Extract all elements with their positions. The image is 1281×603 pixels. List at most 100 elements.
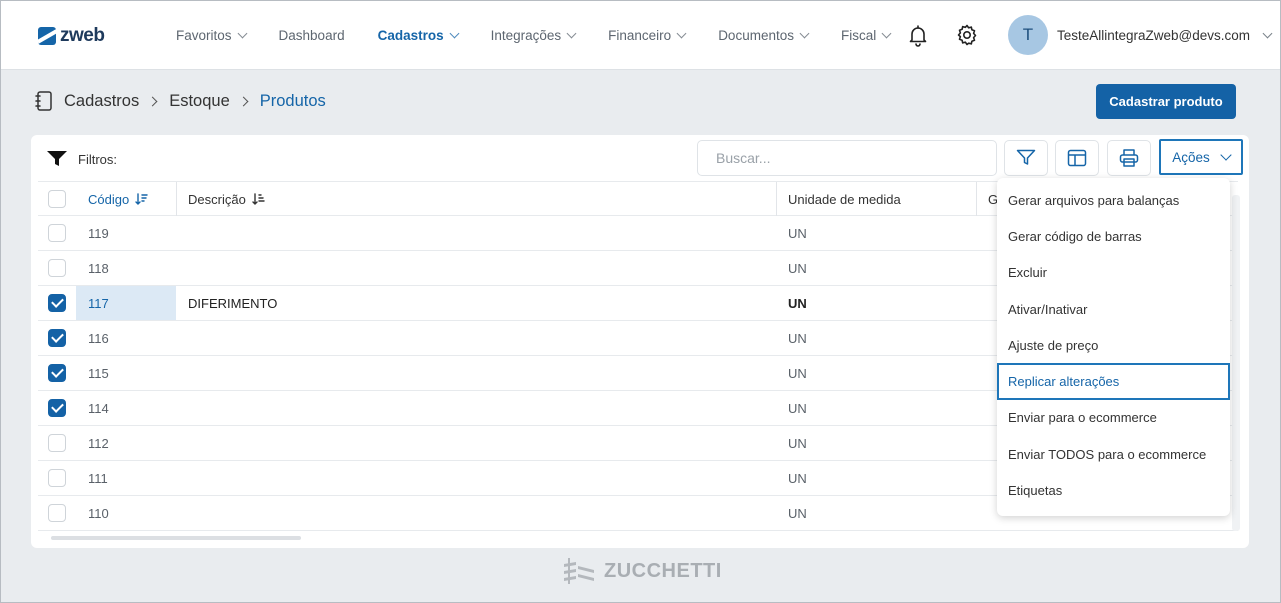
settings-button[interactable] bbox=[954, 22, 980, 48]
row-checkbox-cell bbox=[48, 321, 68, 355]
row-checkbox-cell bbox=[48, 251, 68, 285]
filters-label: Filtros: bbox=[78, 151, 117, 167]
select-all-checkbox[interactable] bbox=[48, 190, 66, 208]
cell-unit: UN bbox=[788, 400, 807, 416]
nav-item-integracoes[interactable]: Integrações bbox=[490, 27, 577, 43]
cell-description bbox=[176, 356, 776, 390]
dropdown-item[interactable]: Gerar código de barras bbox=[997, 218, 1230, 254]
cell-unit: UN bbox=[788, 470, 807, 486]
filter-outline-icon bbox=[1016, 149, 1036, 165]
chevron-down-icon bbox=[1262, 28, 1273, 38]
header-description-label: Descrição bbox=[188, 191, 246, 207]
printer-icon bbox=[1119, 149, 1139, 167]
row-checkbox-cell bbox=[48, 356, 68, 390]
row-checkbox[interactable] bbox=[48, 259, 66, 277]
nav-item-label: Documentos bbox=[718, 27, 794, 43]
horizontal-scrollbar-thumb[interactable] bbox=[51, 536, 301, 540]
layout-columns-icon bbox=[1067, 149, 1087, 167]
search-input[interactable] bbox=[697, 140, 997, 176]
filters-label-group[interactable]: Filtros: bbox=[46, 150, 117, 168]
row-checkbox-cell bbox=[48, 461, 68, 495]
row-checkbox-cell bbox=[48, 496, 68, 530]
dropdown-item[interactable]: Ajuste de preço bbox=[997, 327, 1230, 363]
sort-desc-icon bbox=[135, 193, 148, 205]
row-checkbox[interactable] bbox=[48, 224, 66, 242]
cell-description bbox=[176, 461, 776, 495]
vertical-scrollbar[interactable] bbox=[1232, 195, 1240, 531]
cell-unit: UN bbox=[788, 295, 807, 311]
cell-code: 116 bbox=[88, 330, 109, 346]
footer-brand-name: ZUCCHETTI bbox=[604, 559, 722, 582]
notebook-icon bbox=[34, 90, 54, 112]
acoes-dropdown-button[interactable]: Ações bbox=[1159, 139, 1243, 175]
header-unit[interactable]: Unidade de medida bbox=[776, 182, 976, 216]
nav-item-cadastros[interactable]: Cadastros bbox=[377, 27, 460, 43]
brand-logo[interactable]: zweb bbox=[38, 25, 105, 47]
row-checkbox-cell bbox=[48, 216, 68, 250]
row-checkbox-cell bbox=[48, 391, 68, 425]
chevron-down-icon bbox=[237, 28, 247, 38]
cadastrar-produto-button[interactable]: Cadastrar produto bbox=[1096, 84, 1236, 119]
breadcrumb-estoque[interactable]: Estoque bbox=[169, 92, 230, 111]
horizontal-scrollbar[interactable] bbox=[43, 534, 1233, 542]
nav-item-financeiro[interactable]: Financeiro bbox=[608, 27, 687, 43]
bell-icon bbox=[909, 25, 927, 47]
cell-description bbox=[176, 426, 776, 460]
row-checkbox[interactable] bbox=[48, 504, 66, 522]
user-email: TesteAllintegraZweb@devs.com bbox=[1057, 27, 1251, 43]
nav-item-documentos[interactable]: Documentos bbox=[718, 27, 810, 43]
avatar: T bbox=[1008, 15, 1048, 55]
header-code[interactable]: Código bbox=[76, 182, 176, 216]
gear-icon bbox=[957, 24, 977, 46]
cell-unit: UN bbox=[788, 260, 807, 276]
row-checkbox[interactable] bbox=[48, 294, 66, 312]
chevron-down-icon bbox=[881, 28, 892, 38]
nav-item-label: Integrações bbox=[490, 27, 562, 43]
cell-code: 110 bbox=[88, 505, 109, 521]
cell-unit: UN bbox=[788, 365, 807, 381]
dropdown-item[interactable]: Enviar para o ecommerce bbox=[997, 400, 1230, 436]
cell-code: 118 bbox=[88, 260, 109, 276]
row-checkbox-cell bbox=[48, 286, 68, 320]
row-checkbox[interactable] bbox=[48, 399, 66, 417]
breadcrumb-cadastros[interactable]: Cadastros bbox=[64, 92, 139, 111]
nav-item-label: Financeiro bbox=[608, 27, 672, 43]
nav-item-label: Dashboard bbox=[278, 27, 345, 43]
cell-description bbox=[176, 496, 776, 530]
dropdown-item[interactable]: Excluir bbox=[997, 255, 1230, 291]
row-checkbox[interactable] bbox=[48, 364, 66, 382]
top-navbar: zweb Favoritos Dashboard Cadastros Integraç… bbox=[0, 0, 1281, 70]
dropdown-item[interactable]: Gerar arquivos para balanças bbox=[997, 182, 1230, 218]
nav-item-label: Cadastros bbox=[377, 27, 444, 43]
chevron-down-icon bbox=[799, 28, 810, 38]
nav-item-favoritos[interactable]: Favoritos bbox=[176, 28, 247, 43]
cell-description bbox=[176, 216, 776, 250]
main-menu: Favoritos Dashboard Cadastros Integrações Fi… bbox=[176, 0, 923, 70]
cell-unit: UN bbox=[788, 330, 807, 346]
print-button[interactable] bbox=[1107, 140, 1151, 176]
filter-button[interactable] bbox=[1004, 140, 1048, 176]
dropdown-item[interactable]: Etiquetas bbox=[997, 472, 1230, 508]
dropdown-item[interactable]: Enviar TODOS para o ecommerce bbox=[997, 436, 1230, 472]
dropdown-item[interactable]: Ativar/Inativar bbox=[997, 291, 1230, 327]
brand-name: zweb bbox=[60, 25, 105, 46]
user-menu[interactable]: T TesteAllintegraZweb@devs.com bbox=[1008, 15, 1273, 55]
dropdown-item[interactable]: Replicar alterações bbox=[997, 363, 1230, 400]
breadcrumb-produtos: Produtos bbox=[259, 91, 326, 110]
header-checkbox-cell bbox=[48, 182, 68, 216]
row-checkbox[interactable] bbox=[48, 329, 66, 347]
cell-description bbox=[176, 251, 776, 285]
chevron-right-icon bbox=[147, 96, 158, 106]
columns-button[interactable] bbox=[1055, 140, 1099, 176]
nav-item-dashboard[interactable]: Dashboard bbox=[279, 28, 345, 43]
cell-code: 112 bbox=[88, 435, 109, 451]
brand-logo-mark bbox=[38, 27, 56, 45]
cell-unit: UN bbox=[788, 225, 807, 241]
notifications-button[interactable] bbox=[905, 22, 931, 48]
nav-item-label: Fiscal bbox=[840, 27, 877, 43]
row-checkbox[interactable] bbox=[48, 469, 66, 487]
header-description[interactable]: Descrição bbox=[176, 182, 776, 216]
cell-description bbox=[176, 321, 776, 355]
row-checkbox[interactable] bbox=[48, 434, 66, 452]
nav-item-fiscal[interactable]: Fiscal bbox=[840, 27, 892, 43]
